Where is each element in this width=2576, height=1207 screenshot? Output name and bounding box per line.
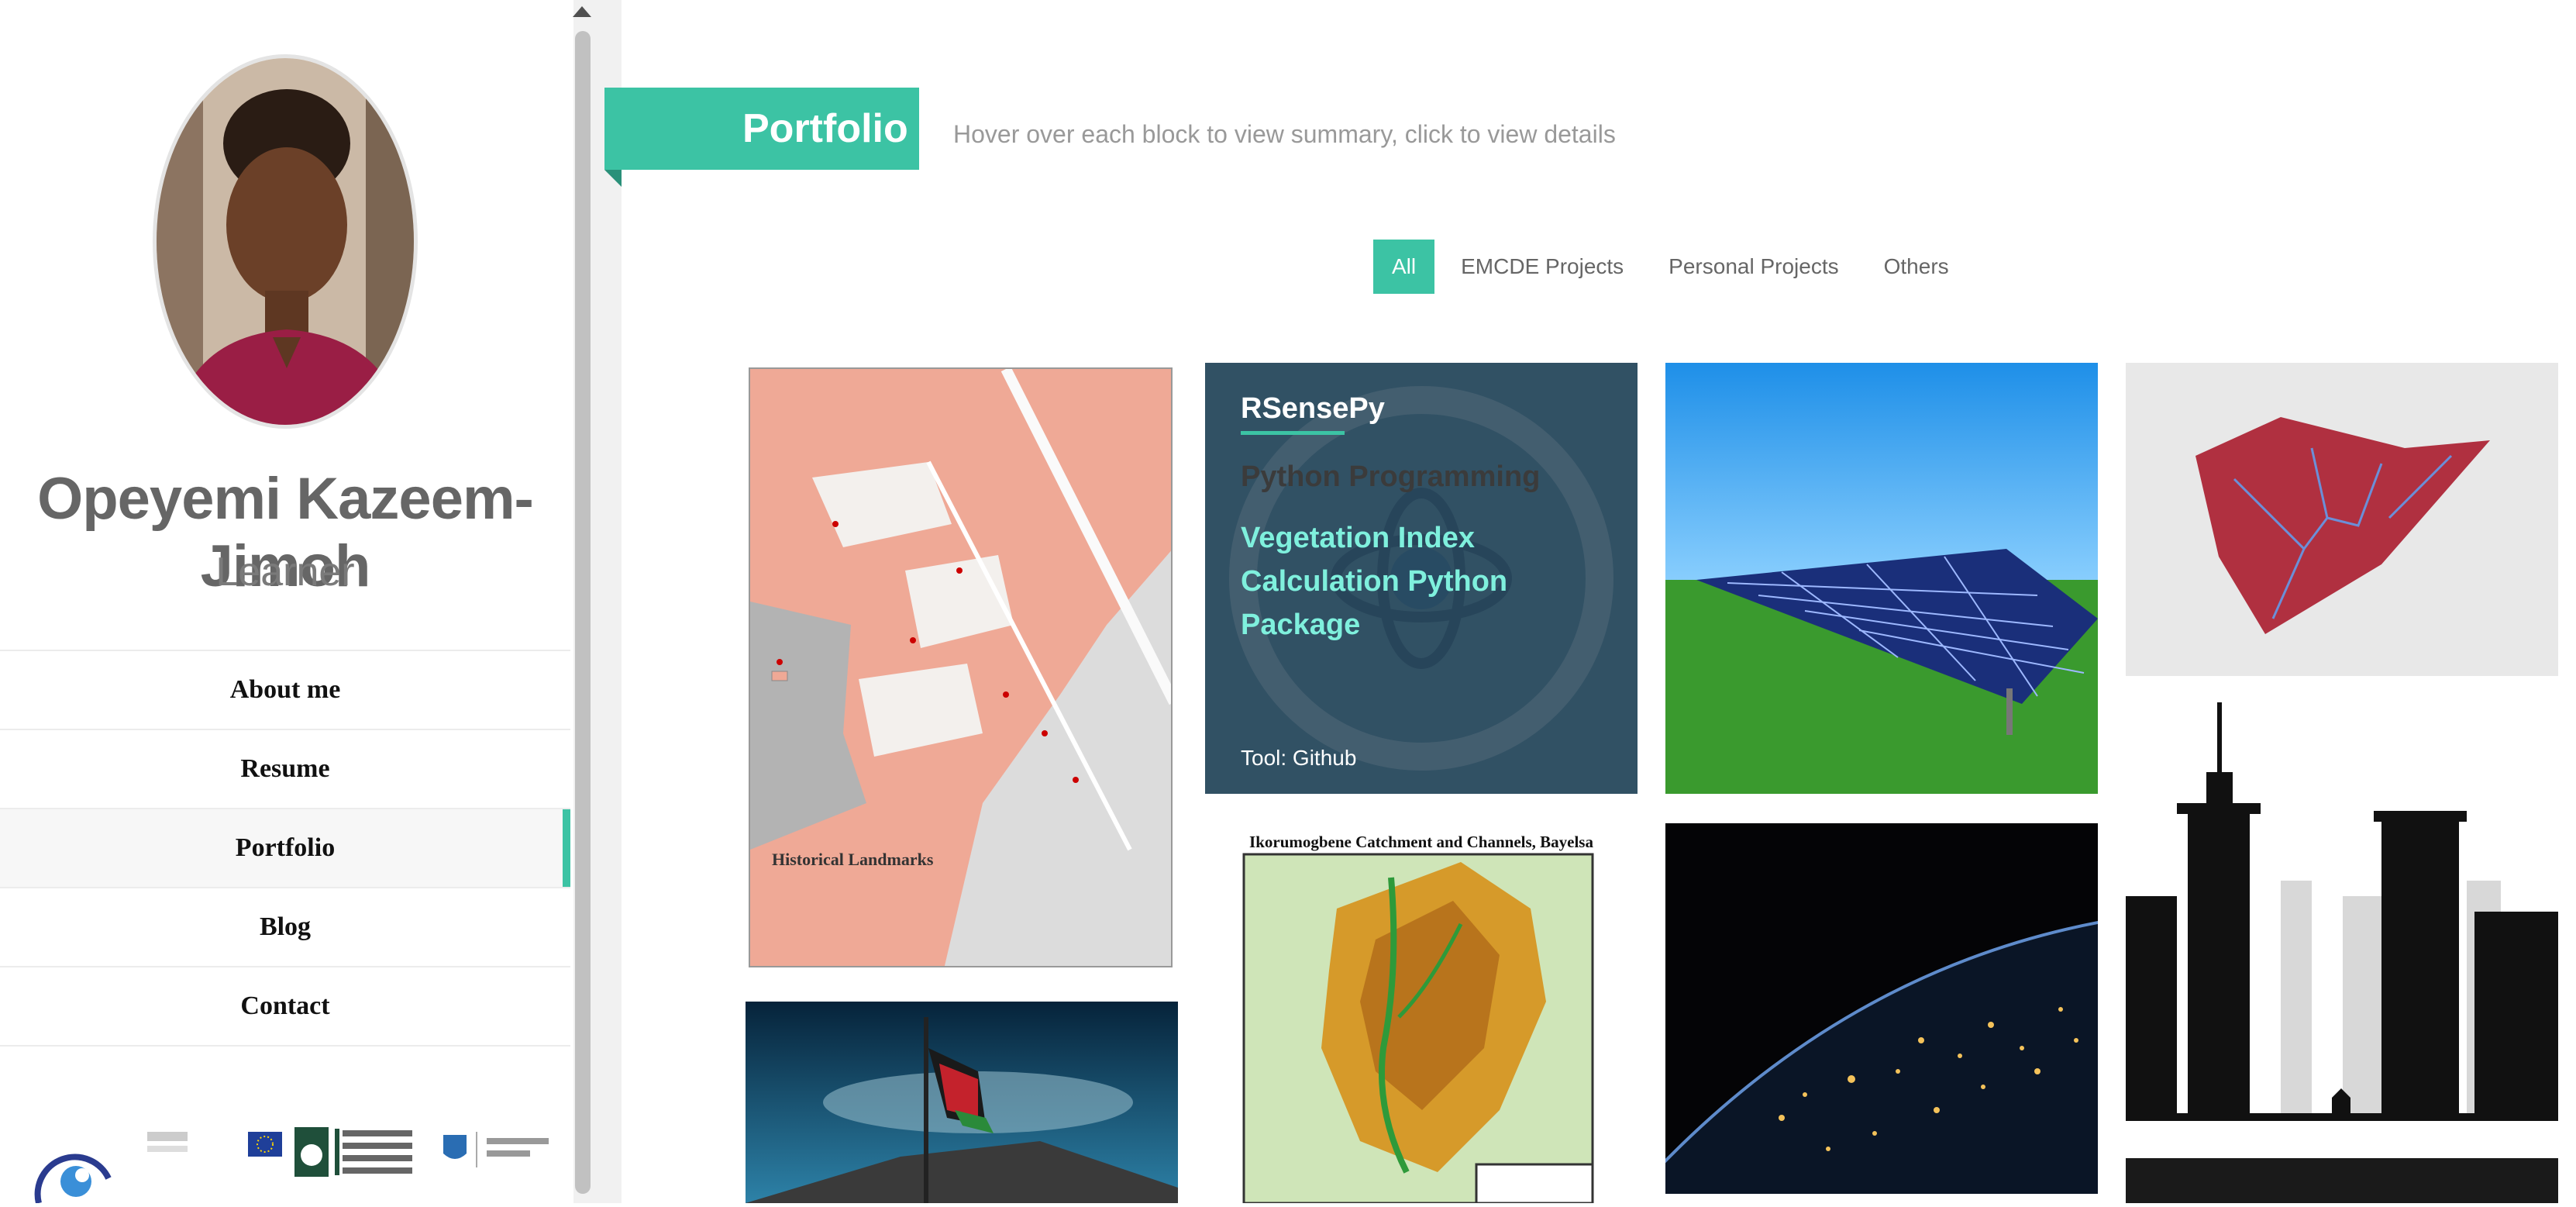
banner-fold	[604, 170, 622, 187]
landmarks-map-title: Historical Landmarks	[772, 850, 934, 869]
nav-item-blog[interactable]: Blog	[0, 888, 570, 967]
page-subtitle: Hover over each block to view summary, c…	[953, 120, 1616, 148]
nav-item-about[interactable]: About me	[0, 651, 570, 730]
rsensepy-description: Vegetation Index Calculation Python Pack…	[1241, 522, 1508, 641]
main-nav: About me Resume Portfolio Blog Contact	[0, 650, 570, 1047]
copernicus-logo-icon	[34, 1154, 112, 1204]
portfolio-filters: All EMCDE Projects Personal Projects Oth…	[1373, 240, 1994, 294]
sidebar-scrollbar-thumb[interactable]	[575, 31, 591, 1194]
plus-university-logo-icon	[294, 1127, 412, 1177]
portfolio-item-night-earth[interactable]	[1665, 823, 2098, 1194]
nav-item-contact[interactable]: Contact	[0, 967, 570, 1047]
rsensepy-title: RSensePy	[1241, 392, 1385, 425]
nav-item-resume[interactable]: Resume	[0, 730, 570, 809]
portfolio-item-historical-landmarks[interactable]: Historical Landmarks	[749, 367, 1173, 967]
rsensepy-tool: Tool: Github	[1241, 746, 1357, 770]
scroll-up-arrow-icon[interactable]	[573, 6, 591, 17]
profile-avatar	[153, 54, 418, 429]
portfolio-item-solar-panels[interactable]	[1665, 363, 2098, 794]
portfolio-item-dark[interactable]	[2126, 1158, 2558, 1203]
eu-logo-icon	[147, 1132, 282, 1157]
page-title: Portfolio	[742, 106, 908, 151]
portfolio-item-terrain-model[interactable]	[2126, 363, 2558, 676]
filter-emcde-projects[interactable]: EMCDE Projects	[1461, 240, 1624, 294]
filter-all[interactable]: All	[1373, 240, 1435, 294]
rsensepy-title-underline	[1241, 431, 1345, 435]
filter-personal-projects[interactable]: Personal Projects	[1669, 240, 1838, 294]
filter-others[interactable]: Others	[1884, 240, 1949, 294]
nav-item-portfolio[interactable]: Portfolio	[0, 809, 570, 888]
sponsor-logos	[31, 1116, 573, 1204]
palacky-university-logo-icon	[443, 1132, 549, 1167]
rsensepy-language: Python Programming	[1241, 460, 1541, 493]
portfolio-item-rsensepy[interactable]: RSensePy Python Programming Vegetation I…	[1205, 363, 1638, 794]
portfolio-item-flag[interactable]	[746, 1002, 1178, 1203]
portfolio-item-catchment-map[interactable]: Ikorumogbene Catchment and Channels, Bay…	[1205, 816, 1638, 1203]
portfolio-item-city-skyline[interactable]	[2126, 702, 2558, 1130]
profile-role: Learner	[215, 550, 355, 595]
sidebar: Opeyemi Kazeem-Jimoh Learner About me Re…	[0, 0, 573, 1204]
